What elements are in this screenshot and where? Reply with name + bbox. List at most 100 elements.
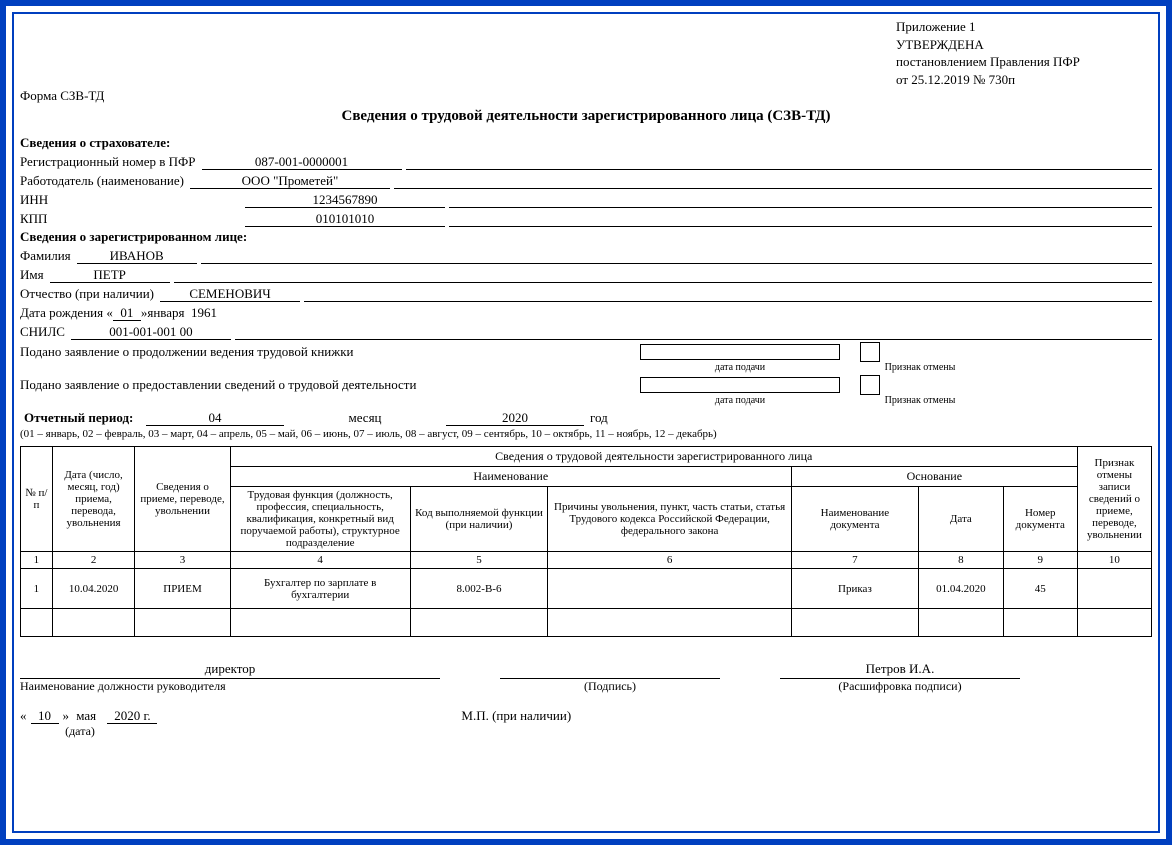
period-month-label: месяц — [290, 410, 440, 426]
dob-day: 01 — [113, 305, 141, 321]
col-num-6: 6 — [548, 552, 792, 569]
r1-date: 10.04.2020 — [52, 569, 135, 609]
employer-value: ООО "Прометей" — [190, 173, 390, 189]
position-value: директор — [20, 661, 440, 679]
r1-code: 8.002-В-6 — [410, 569, 548, 609]
activity-table: № п/п Дата (число, месяц, год) приема, п… — [20, 446, 1152, 637]
col-num-8: 8 — [918, 552, 1003, 569]
col-num-1: 1 — [21, 552, 53, 569]
signer-name: Петров И.А. — [780, 661, 1020, 679]
dob-month: января — [147, 305, 184, 321]
statement-2: Подано заявление о предоставлении сведен… — [20, 377, 620, 393]
col-date: Дата (число, месяц, год) приема, перевод… — [52, 447, 135, 552]
col-code: Код выполняемой функции (при наличии) — [410, 487, 548, 552]
statement-1: Подано заявление о продолжении ведения т… — [20, 344, 620, 360]
r1-reason — [548, 569, 792, 609]
r1-doc-num: 45 — [1003, 569, 1077, 609]
table-row: 1 10.04.2020 ПРИЕМ Бухгалтер по зарплате… — [21, 569, 1152, 609]
col-num-7: 7 — [791, 552, 918, 569]
insurer-heading: Сведения о страхователе: — [20, 135, 1152, 151]
sign-date-month: мая — [76, 708, 96, 724]
employer-label: Работодатель (наименование) — [20, 173, 184, 189]
statement-1-cancel-checkbox[interactable] — [860, 342, 880, 362]
col-cancel: Признак отмены записи сведений о приеме,… — [1077, 447, 1151, 552]
form-code: Форма СЗВ-ТД — [20, 88, 1152, 104]
signer-name-label: (Расшифровка подписи) — [780, 679, 1020, 694]
period-month-value: 04 — [146, 410, 284, 426]
inn-line — [449, 192, 1152, 208]
inn-label: ИНН — [20, 192, 245, 208]
kpp-value: 010101010 — [245, 211, 445, 227]
period-label: Отчетный период: — [20, 410, 140, 426]
r1-cancel — [1077, 569, 1151, 609]
statement-1-date-box — [640, 344, 840, 360]
inn-value: 1234567890 — [245, 192, 445, 208]
signature-area: директор Петров И.А. Наименование должно… — [20, 661, 1152, 739]
r1-doc-date: 01.04.2020 — [918, 569, 1003, 609]
patronymic-label: Отчество (при наличии) — [20, 286, 154, 302]
surname-label: Фамилия — [20, 248, 71, 264]
dob-prefix: Дата рождения « — [20, 305, 113, 321]
statement-date-sublabel: дата подачи — [640, 362, 840, 373]
reg-number-label: Регистрационный номер в ПФР — [20, 154, 196, 170]
position-label: Наименование должности руководителя — [20, 679, 440, 694]
approval-line-1: Приложение 1 — [896, 18, 1152, 36]
signature-line — [500, 661, 720, 679]
statement-2-cancel-checkbox[interactable] — [860, 375, 880, 395]
mp-label: М.П. (при наличии) — [461, 708, 571, 724]
snils-line — [235, 324, 1152, 340]
snils-label: СНИЛС — [20, 324, 65, 340]
statement-2-date-box — [640, 377, 840, 393]
col-basis: Основание — [791, 467, 1077, 487]
name-value: ПЕТР — [50, 267, 170, 283]
col-doc-date: Дата — [918, 487, 1003, 552]
patronymic-line — [304, 286, 1152, 302]
sign-date-year: 2020 г. — [107, 708, 157, 724]
statement-cancel-sublabel-2: Признак отмены — [860, 395, 980, 406]
col-doc: Наименование документа — [791, 487, 918, 552]
name-line — [174, 267, 1152, 283]
approval-line-4: от 25.12.2019 № 730п — [896, 71, 1152, 89]
kpp-line — [449, 211, 1152, 227]
dob-year: 1961 — [191, 305, 217, 321]
table-row-blank — [21, 609, 1152, 637]
employer-line — [394, 173, 1152, 189]
col-num-2: 2 — [52, 552, 135, 569]
col-info: Сведения о приеме, переводе, увольнении — [135, 447, 230, 552]
reg-number-line — [406, 154, 1153, 170]
signature-label: (Подпись) — [500, 679, 720, 694]
col-func: Трудовая функция (должность, профессия, … — [230, 487, 410, 552]
approval-line-2: УТВЕРЖДЕНА — [896, 36, 1152, 54]
snils-value: 001-001-001 00 — [71, 324, 231, 340]
surname-value: ИВАНОВ — [77, 248, 197, 264]
surname-line — [201, 248, 1152, 264]
period-months-note: (01 – январь, 02 – февраль, 03 – март, 0… — [20, 428, 1152, 440]
document-frame-outer: Приложение 1 УТВЕРЖДЕНА постановлением П… — [0, 0, 1172, 845]
reg-number-value: 087-001-0000001 — [202, 154, 402, 170]
sign-date-day: 10 — [31, 708, 59, 724]
r1-func: Бухгалтер по зарплате в бухгалтерии — [230, 569, 410, 609]
period-year-label: год — [590, 410, 650, 426]
col-num-5: 5 — [410, 552, 548, 569]
document-title: Сведения о трудовой деятельности зарегис… — [20, 108, 1152, 125]
r1-action: ПРИЕМ — [135, 569, 230, 609]
period-year-value: 2020 — [446, 410, 584, 426]
approval-block: Приложение 1 УТВЕРЖДЕНА постановлением П… — [896, 18, 1152, 88]
col-num: № п/п — [21, 447, 53, 552]
col-num-10: 10 — [1077, 552, 1151, 569]
col-num-3: 3 — [135, 552, 230, 569]
col-naming: Наименование — [230, 467, 791, 487]
col-doc-num: Номер документа — [1003, 487, 1077, 552]
col-num-9: 9 — [1003, 552, 1077, 569]
statement-date-sublabel-2: дата подачи — [640, 395, 840, 406]
col-group-top: Сведения о трудовой деятельности зарегис… — [230, 447, 1077, 467]
col-num-4: 4 — [230, 552, 410, 569]
sign-date-label: (дата) — [20, 724, 140, 739]
col-reason: Причины увольнения, пункт, часть статьи,… — [548, 487, 792, 552]
document-frame-inner: Приложение 1 УТВЕРЖДЕНА постановлением П… — [12, 12, 1160, 833]
patronymic-value: СЕМЕНОВИЧ — [160, 286, 300, 302]
r1-doc: Приказ — [791, 569, 918, 609]
kpp-label: КПП — [20, 211, 245, 227]
approval-line-3: постановлением Правления ПФР — [896, 53, 1152, 71]
r1-num: 1 — [21, 569, 53, 609]
